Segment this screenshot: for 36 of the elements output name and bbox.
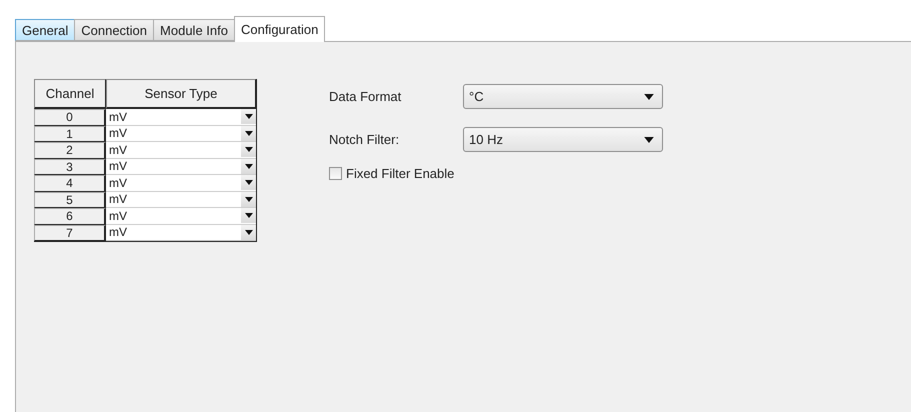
sensor-type-dropdown[interactable]: mV [106,224,256,241]
caret-icon [244,114,252,120]
sensor-type-dropdown[interactable]: mV [106,208,256,224]
sensor-type-dropdown[interactable]: mV [106,126,256,142]
caret-icon [244,213,252,218]
channel-cell: 3 [34,158,106,175]
tab[interactable]: Configuration [234,16,326,42]
sensor-type-dropdown[interactable]: mV [106,109,256,126]
channel-cell: 2 [34,142,106,158]
dropdown[interactable]: 10 Hz [463,127,663,152]
caret-icon [244,180,252,186]
tab[interactable]: General [15,19,76,41]
channel-cell: 1 [34,126,106,142]
checkbox-label: Fixed Filter Enable [346,166,454,181]
channel-cell: 7 [34,224,106,241]
channel-cell: 6 [34,208,106,224]
channel-cell: 0 [34,109,106,126]
caret-icon [644,94,654,100]
field-label: Notch Filter: [329,132,400,147]
channel-cell: 4 [34,175,106,192]
caret-icon [244,130,252,136]
channel-cell: 5 [34,192,106,208]
caret-icon [244,164,252,169]
sensor-type-dropdown[interactable]: mV [106,192,256,208]
tab[interactable]: Module Info [153,19,235,41]
caret-icon [244,230,252,235]
tab[interactable]: Connection [74,19,154,41]
sensor-type-dropdown[interactable]: mV [106,158,256,175]
sensor-type-dropdown[interactable]: mV [106,142,256,158]
caret-icon [244,147,252,152]
checkbox[interactable] [329,167,342,180]
caret-icon [244,196,252,202]
sensor-type-dropdown[interactable]: mV [106,175,256,192]
dropdown[interactable]: °C [463,84,663,109]
caret-icon [644,136,654,142]
field-label: Data Format [329,89,402,104]
